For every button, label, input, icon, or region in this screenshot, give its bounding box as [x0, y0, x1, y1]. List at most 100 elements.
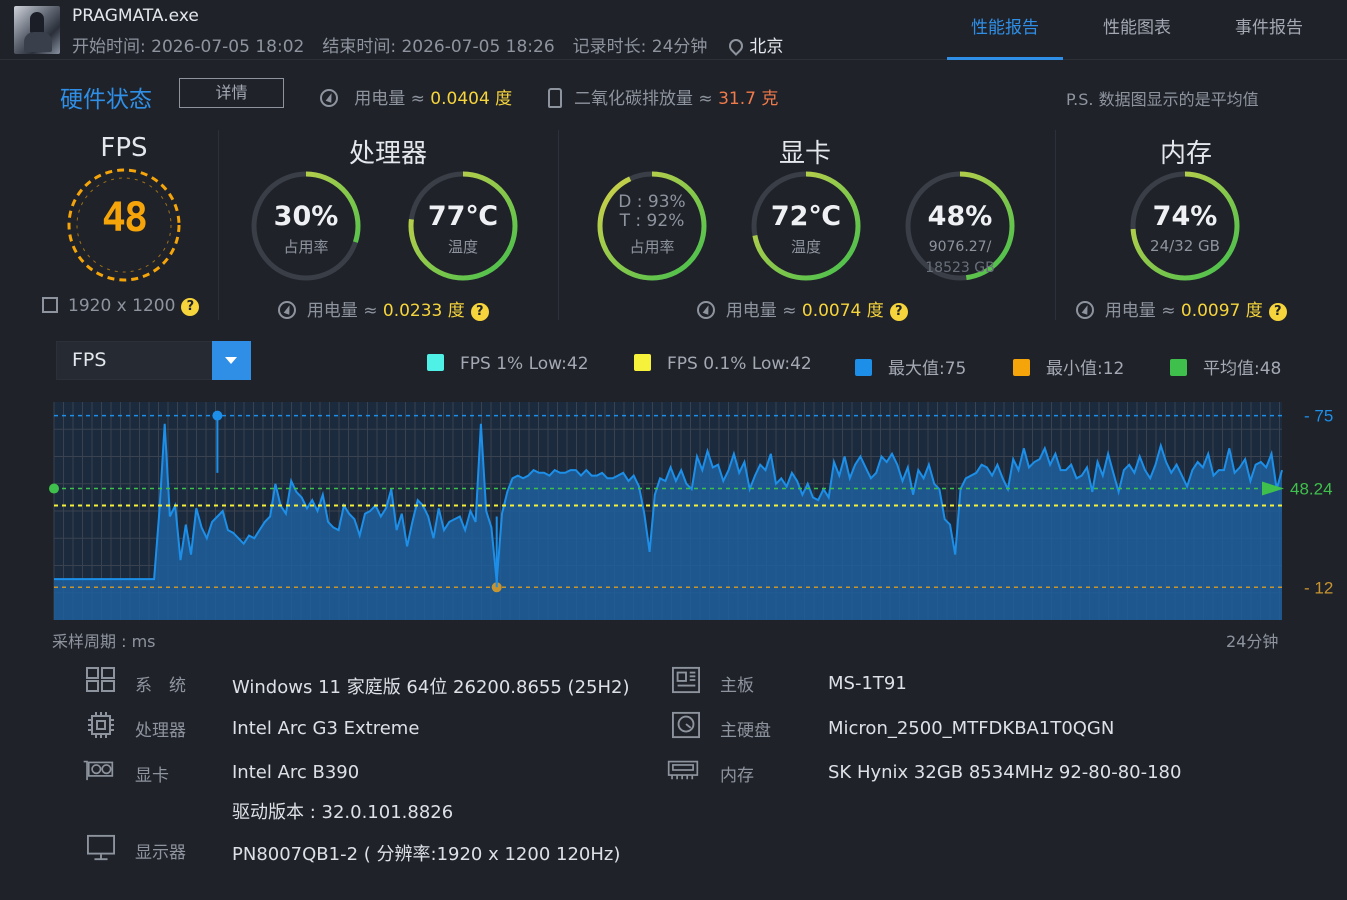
- app-name: PRAGMATA.exe: [72, 6, 199, 26]
- memory-icon: [667, 760, 699, 780]
- total-power: 用电量 ≈ 0.0404 度: [320, 84, 512, 109]
- divider: [1055, 130, 1056, 320]
- legend-swatch: [1170, 359, 1187, 376]
- location-pin-icon: [726, 36, 747, 56]
- help-icon[interactable]: ?: [889, 303, 908, 321]
- mem-power-value: 0.0097 度: [1180, 301, 1263, 321]
- hardware-status-title: 硬件状态: [60, 87, 152, 113]
- total-power-value: 0.0404 度: [430, 89, 513, 109]
- divider: [558, 130, 559, 320]
- gpu-usage-t: T : 92%: [619, 211, 685, 231]
- mem-power: 用电量 ≈ 0.0097 度?: [1076, 296, 1287, 321]
- help-icon[interactable]: ?: [181, 298, 200, 316]
- session-meta: 开始时间: 2026-07-05 18:02 结束时间: 2026-07-05 1…: [72, 32, 783, 57]
- power-icon: [320, 89, 338, 107]
- ram-value: SK Hynix 32GB 8534MHz 92-80-80-180: [828, 762, 1182, 783]
- disk-icon: [672, 711, 700, 739]
- mem-usage-label: 24/32 GB: [1150, 237, 1220, 255]
- gpu-usage-label: 占用率: [629, 238, 675, 256]
- metric-select-value: FPS: [72, 349, 107, 371]
- cpu-usage-value: 30%: [273, 201, 339, 232]
- help-icon[interactable]: ?: [470, 303, 489, 321]
- cpu-power: 用电量 ≈ 0.0233 度?: [278, 296, 489, 321]
- tab-event-report[interactable]: 事件报告: [1211, 0, 1327, 60]
- gpu-section-title: 显卡: [778, 139, 831, 169]
- mem-power-label: 用电量 ≈: [1104, 301, 1181, 321]
- gpu-power-label: 用电量 ≈: [725, 301, 802, 321]
- disk-label: 主硬盘: [720, 721, 771, 741]
- windows-icon: [86, 667, 115, 692]
- power-icon: [278, 301, 296, 319]
- gpu-power-value: 0.0074 度: [801, 301, 884, 321]
- legend-label: FPS 0.1% Low:42: [667, 354, 812, 374]
- gpu-temp-value: 72℃: [770, 201, 842, 232]
- board-label: 主板: [720, 676, 754, 696]
- power-icon: [697, 301, 715, 319]
- ram-label: 内存: [720, 766, 754, 786]
- fps-chart[interactable]: - 75 48.24 - 12: [0, 395, 1347, 627]
- co2-label: 二氧化碳排放量 ≈: [574, 89, 719, 109]
- gpu-icon: [83, 760, 114, 781]
- cpu-temp-label: 温度: [447, 238, 478, 256]
- cpu-label: 处理器: [135, 721, 186, 741]
- average-note: P.S. 数据图显示的是平均值: [1066, 90, 1259, 109]
- cpu-power-value: 0.0233 度: [382, 301, 465, 321]
- divider: [218, 130, 219, 320]
- board-value: MS-1T91: [828, 673, 907, 694]
- cpu-section-title: 处理器: [348, 139, 427, 169]
- sample-period-label: 采样周期 : ms: [52, 632, 156, 651]
- end-time: 结束时间: 2026-07-05 18:26: [322, 37, 555, 57]
- help-icon[interactable]: ?: [1268, 303, 1287, 321]
- mem-usage-value: 74%: [1152, 201, 1218, 232]
- legend-label: 最小值:12: [1046, 359, 1125, 379]
- legend-min: 最小值:12: [1013, 354, 1124, 379]
- min-line-label: - 12: [1304, 578, 1333, 597]
- tab-performance-chart[interactable]: 性能图表: [1079, 0, 1195, 60]
- max-line-label: - 75: [1304, 407, 1333, 426]
- legend-label: 最大值:75: [888, 359, 967, 379]
- record-duration: 记录时长: 24分钟: [572, 37, 708, 57]
- tab-performance-report[interactable]: 性能报告: [947, 0, 1063, 60]
- resolution-info: 1920 x 1200?: [42, 296, 200, 316]
- start-time: 开始时间: 2026-07-05 18:02: [72, 37, 305, 57]
- resolution-value: 1920 x 1200: [68, 296, 176, 316]
- power-icon: [1076, 301, 1094, 319]
- legend-fps-1-low: FPS 1% Low:42: [427, 354, 589, 374]
- monitor-icon: [87, 834, 115, 861]
- gpu-vram-used: 9076.27/: [928, 239, 992, 255]
- mem-section-title: 内存: [1159, 139, 1212, 169]
- os-value: Windows 11 家庭版 64位 26200.8655 (25H2): [232, 677, 630, 698]
- legend-fps-01-low: FPS 0.1% Low:42: [634, 354, 812, 374]
- disk-value: Micron_2500_MTFDKBA1T0QGN: [828, 718, 1115, 739]
- fps-value: 48: [101, 195, 148, 241]
- chevron-down-icon[interactable]: [212, 341, 251, 380]
- cpu-power-label: 用电量 ≈: [306, 301, 383, 321]
- legend-max: 最大值:75: [855, 354, 966, 379]
- monitor-label: 显示器: [135, 843, 186, 863]
- gpu-vram-value: 48%: [927, 201, 993, 232]
- avg-marker: [49, 483, 59, 494]
- cpu-usage-label: 占用率: [283, 238, 329, 256]
- os-label: 系 统: [135, 676, 186, 696]
- resolution-icon: [42, 297, 58, 313]
- gpu-usage-d: D : 93%: [618, 192, 686, 212]
- legend-label: 平均值:48: [1203, 359, 1282, 379]
- legend-label: FPS 1% Low:42: [460, 354, 589, 374]
- legend-swatch: [634, 354, 651, 371]
- cpu-value: Intel Arc G3 Extreme: [232, 718, 420, 739]
- app-icon: [14, 6, 60, 54]
- detail-button[interactable]: 详情: [179, 78, 284, 108]
- gpu-temp-label: 温度: [790, 238, 821, 256]
- fps-section-title: FPS: [100, 133, 148, 163]
- legend-swatch: [1013, 359, 1030, 376]
- gpu-value: Intel Arc B390: [232, 762, 360, 783]
- co2-emission: 二氧化碳排放量 ≈ 31.7 克: [548, 84, 778, 109]
- total-power-label: 用电量 ≈: [354, 89, 431, 109]
- gpu-driver: 驱动版本 : 32.0.101.8826: [232, 802, 454, 823]
- duration-axis-label: 24分钟: [1226, 632, 1279, 651]
- co2-icon: [548, 88, 562, 108]
- cpu-temp-value: 77℃: [427, 201, 499, 232]
- legend-swatch: [855, 359, 872, 376]
- legend-swatch: [427, 354, 444, 371]
- gpu-vram-total: 18523 GB: [925, 260, 995, 276]
